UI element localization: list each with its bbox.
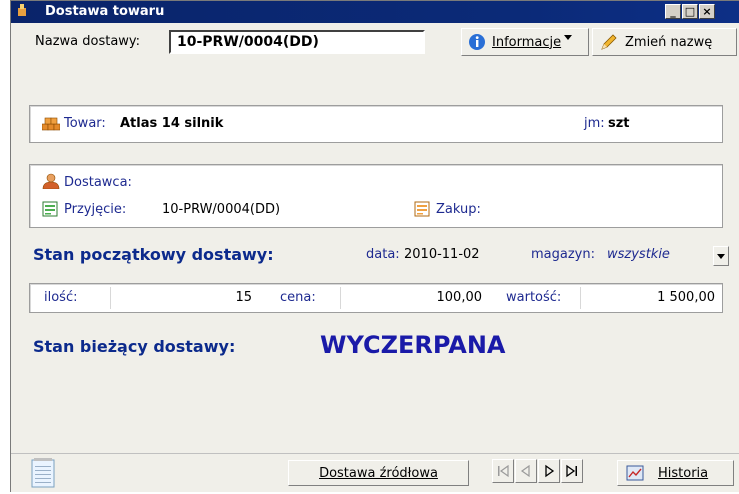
- product-name: Atlas 14 silnik: [120, 116, 224, 131]
- purchase-label: Zakup:: [436, 202, 481, 217]
- first-record-button[interactable]: [492, 459, 514, 483]
- warehouse-dropdown-button[interactable]: [713, 246, 729, 266]
- delivery-name-field[interactable]: 10-PRW/0004(DD): [169, 30, 425, 54]
- pencil-icon: [601, 34, 617, 50]
- delivery-status: WYCZERPANA: [320, 331, 506, 359]
- values-group: ilość: 15 cena: 100,00 wartość: 1 500,00: [29, 283, 723, 313]
- title-bar: Dostawa towaru _ □ ×: [11, 1, 739, 23]
- unit-label: jm:: [584, 116, 605, 131]
- unit-value: szt: [608, 116, 630, 131]
- rename-button-label: Zmień nazwę: [625, 34, 713, 50]
- price-value: 100,00: [340, 287, 490, 309]
- next-record-button[interactable]: [538, 459, 560, 483]
- close-button[interactable]: ×: [699, 4, 715, 19]
- total-value: 1 500,00: [580, 287, 723, 309]
- quantity-label: ilość:: [44, 290, 78, 305]
- footer-bar: Dostawa źródłowa Historia: [11, 453, 739, 494]
- product-label: Towar:: [64, 116, 106, 131]
- notes-icon[interactable]: [31, 458, 55, 488]
- price-label: cena:: [280, 290, 316, 305]
- receipt-value[interactable]: 10-PRW/0004(DD): [162, 202, 280, 217]
- info-button-label: Informacje: [492, 34, 562, 50]
- rename-button[interactable]: Zmień nazwę: [592, 28, 737, 56]
- date-label: data:: [366, 247, 400, 262]
- source-delivery-button-label: Dostawa źródłowa: [319, 465, 438, 481]
- last-record-button[interactable]: [561, 459, 583, 483]
- boxes-icon: [42, 117, 60, 131]
- last-icon: [566, 464, 577, 478]
- warehouse-label: magazyn:: [531, 247, 595, 262]
- chart-icon: [626, 465, 644, 481]
- purchase-icon: [414, 201, 430, 217]
- source-delivery-button[interactable]: Dostawa źródłowa: [288, 460, 469, 486]
- warehouse-select[interactable]: wszystkie: [607, 247, 670, 262]
- window-title: Dostawa towaru: [45, 4, 165, 19]
- dropdown-arrow-icon: [564, 35, 573, 40]
- delivery-name-label: Nazwa dostawy:: [35, 34, 141, 49]
- value-label: wartość:: [506, 290, 562, 305]
- app-icon: [18, 4, 26, 16]
- receipt-label: Przyjęcie:: [64, 202, 127, 217]
- maximize-button[interactable]: □: [682, 4, 698, 19]
- supplier-label: Dostawca:: [64, 175, 132, 190]
- history-button-label: Historia: [658, 465, 709, 481]
- supplier-group: Dostawca: Przyjęcie: 10-PRW/0004(DD) Zak…: [29, 164, 723, 228]
- previous-record-button[interactable]: [515, 459, 537, 483]
- window: Dostawa towaru _ □ × Nazwa dostawy: 10-P…: [10, 0, 739, 492]
- dropdown-arrow-icon: [717, 254, 725, 259]
- minimize-button[interactable]: _: [665, 4, 681, 19]
- previous-icon: [520, 464, 530, 478]
- name-bar: Nazwa dostawy: 10-PRW/0004(DD) Informacj…: [11, 25, 739, 59]
- receipt-icon: [42, 201, 58, 217]
- date-value[interactable]: 2010-11-02: [404, 247, 480, 262]
- current-state-heading: Stan bieżący dostawy:: [33, 337, 236, 356]
- info-button[interactable]: Informacje: [461, 28, 589, 56]
- history-button[interactable]: Historia: [617, 460, 734, 486]
- next-icon: [545, 464, 555, 478]
- info-icon: [469, 34, 485, 50]
- initial-state-heading: Stan początkowy dostawy:: [33, 245, 274, 264]
- first-icon: [498, 464, 509, 478]
- product-group: Towar: Atlas 14 silnik jm: szt: [29, 105, 723, 143]
- user-icon: [42, 173, 60, 189]
- quantity-value: 15: [110, 287, 260, 309]
